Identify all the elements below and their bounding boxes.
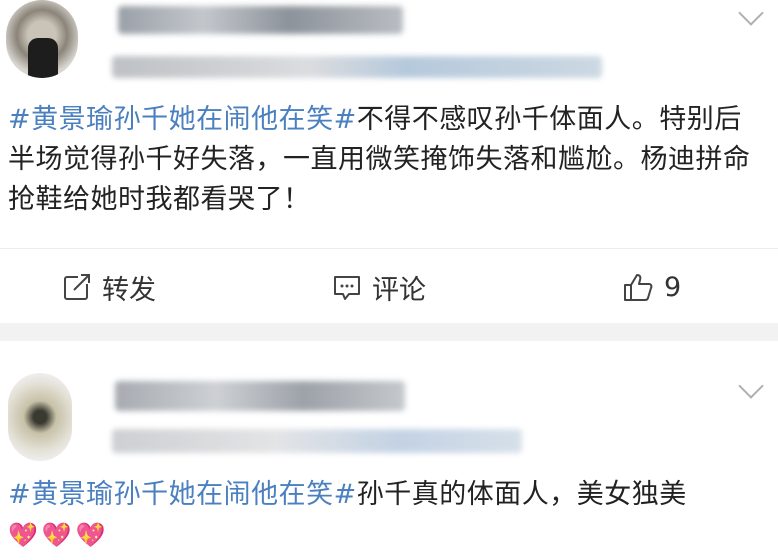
heart-emoji: 💖💖💖	[8, 521, 110, 549]
hashtag-link[interactable]: #黄景瑜孙千她在闹他在笑#	[8, 479, 357, 510]
post-body: 孙千真的体面人，美女独美	[356, 479, 687, 510]
like-button[interactable]: 9	[622, 262, 681, 312]
comment-label: 评论	[372, 274, 426, 306]
hashtag-link[interactable]: #黄景瑜孙千她在闹他在笑#	[8, 104, 357, 135]
blurred-username	[115, 381, 405, 411]
weibo-post-1: #黄景瑜孙千她在闹他在笑#不得不感叹孙千体面人。特别后半场觉得孙千好失落，一直用…	[0, 0, 778, 323]
blurred-post-meta	[112, 429, 522, 453]
post-text: #黄景瑜孙千她在闹他在笑#不得不感叹孙千体面人。特别后半场觉得孙千好失落，一直用…	[8, 100, 753, 220]
weibo-post-2: #黄景瑜孙千她在闹他在笑#孙千真的体面人，美女独美 💖💖💖	[0, 341, 778, 560]
like-count: 9	[664, 271, 682, 303]
comment-button[interactable]: 评论	[332, 262, 426, 312]
avatar[interactable]	[8, 373, 72, 461]
avatar[interactable]	[6, 0, 78, 78]
thumbs-up-icon	[624, 274, 653, 301]
post-text: #黄景瑜孙千她在闹他在笑#孙千真的体面人，美女独美 💖💖💖	[8, 475, 748, 555]
blurred-post-meta	[112, 56, 602, 78]
post-separator	[0, 323, 778, 341]
repost-button[interactable]: 转发	[62, 262, 156, 312]
blurred-username	[118, 6, 403, 34]
action-bar: 转发 评论 9	[0, 262, 778, 312]
chevron-down-icon[interactable]	[738, 0, 764, 26]
chevron-down-icon[interactable]	[738, 373, 764, 399]
comment-icon	[334, 276, 360, 300]
repost-icon	[64, 274, 90, 300]
repost-label: 转发	[102, 274, 156, 306]
divider	[0, 248, 778, 249]
